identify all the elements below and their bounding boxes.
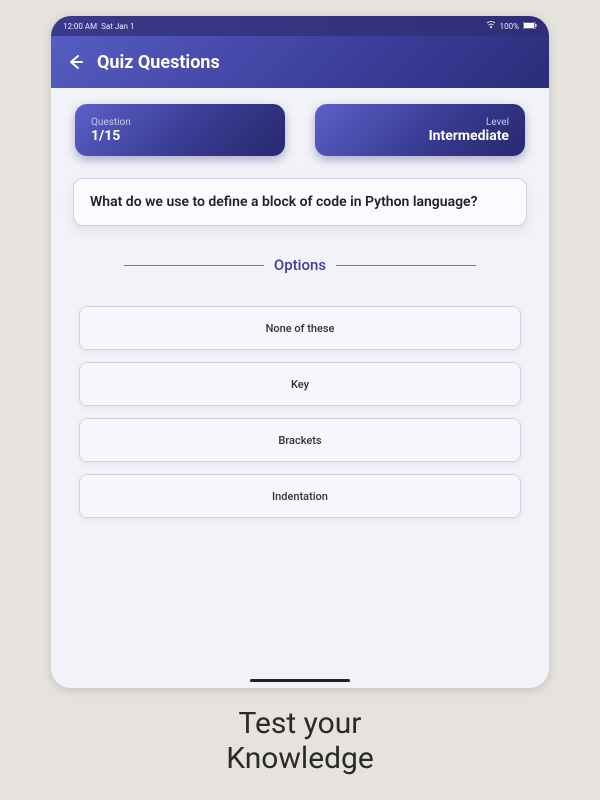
status-date: Sat Jan 1	[101, 22, 134, 31]
option-button[interactable]: None of these	[79, 306, 521, 350]
level-label: Level	[331, 117, 509, 128]
battery-icon	[523, 22, 537, 31]
status-bar: 12:00 AM Sat Jan 1 100%	[51, 16, 549, 36]
options-label: Options	[274, 256, 326, 274]
wifi-icon	[486, 21, 496, 31]
option-button[interactable]: Indentation	[79, 474, 521, 518]
caption-line-2: Knowledge	[226, 741, 374, 776]
option-button[interactable]: Key	[79, 362, 521, 406]
status-left: 12:00 AM Sat Jan 1	[63, 22, 134, 31]
question-card: What do we use to define a block of code…	[73, 178, 527, 226]
status-right: 100%	[486, 21, 537, 31]
status-time: 12:00 AM	[63, 22, 97, 31]
question-progress-pill: Question 1/15	[75, 104, 285, 156]
options-divider: Options	[73, 256, 527, 274]
caption: Test your Knowledge	[226, 706, 374, 776]
level-pill: Level Intermediate	[315, 104, 525, 156]
progress-label: Question	[91, 117, 269, 128]
back-arrow-icon[interactable]	[65, 52, 85, 72]
question-text: What do we use to define a block of code…	[90, 193, 510, 211]
pills-row: Question 1/15 Level Intermediate	[73, 104, 527, 156]
divider-line-right	[336, 265, 476, 266]
home-indicator[interactable]	[250, 679, 350, 682]
page-title: Quiz Questions	[97, 52, 220, 73]
progress-value: 1/15	[91, 128, 269, 144]
battery-text: 100%	[500, 22, 519, 31]
app-header: Quiz Questions	[51, 36, 549, 88]
option-button[interactable]: Brackets	[79, 418, 521, 462]
device-frame: 12:00 AM Sat Jan 1 100% Quiz Questions Q…	[51, 16, 549, 688]
level-value: Intermediate	[331, 128, 509, 144]
content: Question 1/15 Level Intermediate What do…	[51, 88, 549, 688]
divider-line-left	[124, 265, 264, 266]
options-list: None of these Key Brackets Indentation	[73, 306, 527, 518]
caption-line-1: Test your	[226, 706, 374, 741]
